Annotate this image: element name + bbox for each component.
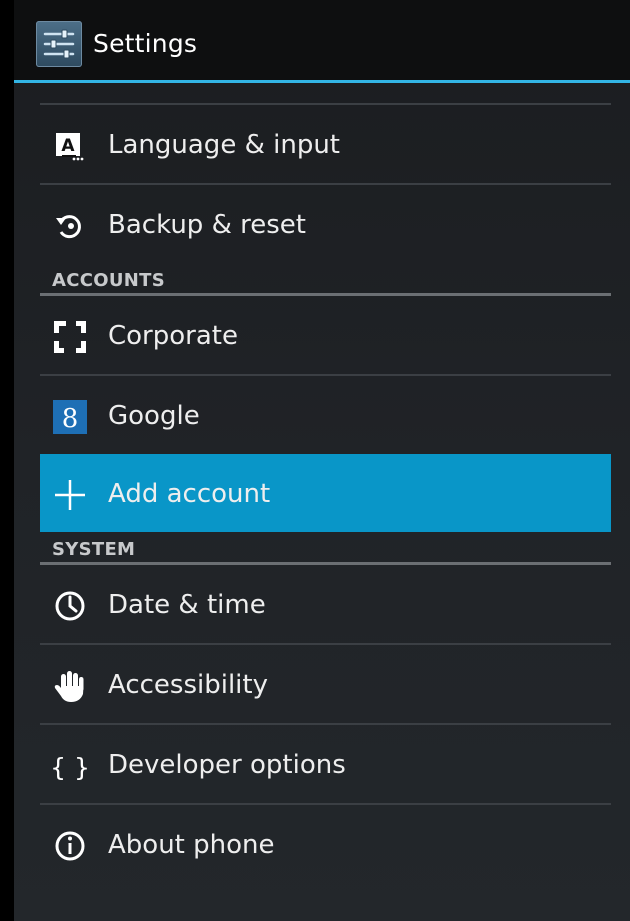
hand-icon: [52, 668, 88, 704]
corporate-frame-icon: [52, 319, 88, 355]
settings-item-label: About phone: [108, 830, 275, 860]
settings-item-label: Accessibility: [108, 670, 268, 700]
settings-item-date-time[interactable]: Date & time: [40, 565, 611, 643]
settings-item-google[interactable]: 8 Google: [40, 376, 611, 454]
settings-item-add-account[interactable]: Add account: [40, 454, 611, 532]
google-g-glyph: 8: [62, 404, 79, 434]
info-icon: [52, 828, 88, 864]
restore-icon: [52, 208, 88, 244]
settings-item-language[interactable]: A Language & input: [40, 105, 611, 183]
settings-item-label: Google: [108, 401, 200, 431]
settings-item-accessibility[interactable]: Accessibility: [40, 645, 611, 723]
settings-list: A Language & input Backup & reset ACCOUN…: [40, 103, 611, 883]
keyboard-a-icon: A: [52, 128, 88, 164]
settings-item-label: Language & input: [108, 130, 340, 160]
settings-item-label: Developer options: [108, 750, 346, 780]
settings-item-label: Backup & reset: [108, 210, 306, 240]
section-header-label: ACCOUNTS: [52, 270, 165, 291]
settings-item-backup[interactable]: Backup & reset: [40, 185, 611, 263]
settings-item-label: Add account: [108, 479, 271, 509]
clock-icon: [52, 588, 88, 624]
svg-text:A: A: [61, 136, 75, 156]
section-header-accounts: ACCOUNTS: [40, 263, 611, 293]
page-title: Settings: [93, 29, 198, 58]
section-header-label: SYSTEM: [52, 539, 136, 560]
settings-sliders-icon[interactable]: [36, 21, 82, 67]
action-bar: Settings: [14, 0, 630, 83]
settings-item-label: Date & time: [108, 590, 266, 620]
settings-item-corporate[interactable]: Corporate: [40, 296, 611, 374]
section-header-system: SYSTEM: [40, 532, 611, 562]
braces-icon: { }: [50, 748, 90, 784]
braces-glyph: { }: [52, 753, 88, 782]
plus-icon: [52, 477, 88, 513]
settings-item-about[interactable]: About phone: [40, 805, 611, 883]
settings-item-label: Corporate: [108, 321, 238, 351]
google-g-icon: 8: [52, 399, 88, 435]
settings-screen: Settings A Language & input Backup & res…: [14, 0, 630, 921]
settings-item-developer[interactable]: { } Developer options: [40, 725, 611, 803]
